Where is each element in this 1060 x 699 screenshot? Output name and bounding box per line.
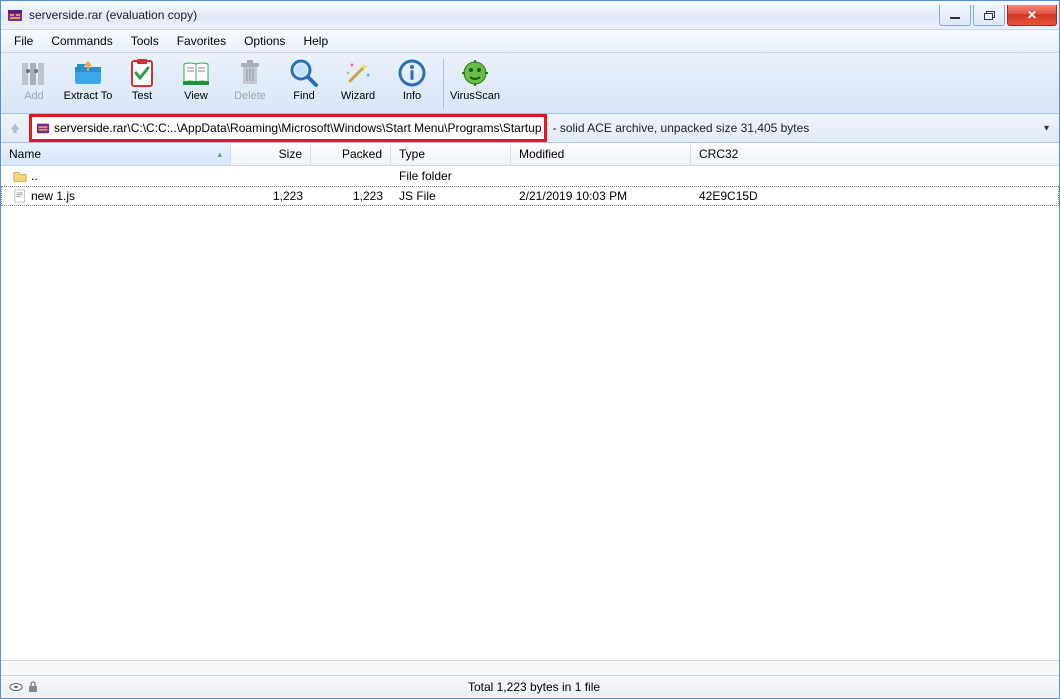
test-button[interactable]: Test (115, 55, 169, 113)
address-dropdown[interactable]: ▾ (1040, 123, 1053, 134)
virus-scan-icon (459, 57, 491, 89)
info-icon (396, 57, 428, 89)
maximize-button[interactable] (973, 5, 1005, 26)
toolbar-separator (443, 59, 444, 109)
virus-scan-button[interactable]: VirusScan (448, 55, 502, 113)
file-list[interactable]: .. File folder new 1.js 1,223 1,223 JS F… (1, 166, 1059, 661)
address-highlight-box: serverside.rar\C:\C:C:..\AppData\Roaming… (29, 114, 547, 142)
list-item[interactable]: new 1.js 1,223 1,223 JS File 2/21/2019 1… (1, 186, 1059, 206)
menubar: File Commands Tools Favorites Options He… (1, 30, 1059, 53)
winrar-app-icon (7, 7, 23, 23)
extract-folder-icon (72, 57, 104, 89)
menu-file[interactable]: File (5, 30, 42, 52)
add-label: Add (24, 90, 44, 102)
menu-tools[interactable]: Tools (122, 30, 168, 52)
column-header-packed[interactable]: Packed (311, 143, 391, 165)
list-item[interactable]: .. File folder (1, 166, 1059, 186)
menu-options[interactable]: Options (235, 30, 294, 52)
menu-help[interactable]: Help (294, 30, 337, 52)
column-header-modified[interactable]: Modified (511, 143, 691, 165)
file-modified: 2/21/2019 10:03 PM (511, 189, 691, 203)
sort-indicator-icon: ▴ (217, 149, 222, 160)
js-file-icon (13, 189, 27, 203)
window-controls: ✕ (937, 5, 1057, 25)
status-text: Total 1,223 bytes in 1 file (57, 680, 1011, 694)
find-button[interactable]: Find (277, 55, 331, 113)
view-book-icon (180, 57, 212, 89)
window-title: serverside.rar (evaluation copy) (29, 8, 937, 22)
virus-scan-label: VirusScan (450, 90, 500, 102)
address-row: serverside.rar\C:\C:C:..\AppData\Roaming… (1, 114, 1059, 143)
file-crc: 42E9C15D (691, 189, 1059, 203)
extract-to-button[interactable]: Extract To (61, 55, 115, 113)
wizard-button[interactable]: Wizard (331, 55, 385, 113)
menu-commands[interactable]: Commands (42, 30, 121, 52)
rar-archive-icon (36, 121, 50, 135)
lock-status-icon (27, 681, 39, 693)
view-label: View (184, 90, 208, 102)
view-button[interactable]: View (169, 55, 223, 113)
titlebar: serverside.rar (evaluation copy) ✕ (1, 1, 1059, 30)
wand-wizard-icon (342, 57, 374, 89)
add-button[interactable]: Add (7, 55, 61, 113)
column-header-name-label: Name (9, 147, 41, 161)
file-name: .. (31, 169, 38, 183)
lower-panel (1, 661, 1059, 676)
address-path[interactable]: serverside.rar\C:\C:C:..\AppData\Roaming… (54, 121, 542, 135)
archive-info-text: - solid ACE archive, unpacked size 31,40… (553, 121, 810, 135)
up-one-level-button[interactable] (7, 120, 23, 136)
column-headers: Name ▴ Size Packed Type Modified CRC32 (1, 143, 1059, 166)
minimize-button[interactable] (939, 5, 971, 26)
file-type: JS File (391, 189, 511, 203)
test-label: Test (132, 90, 152, 102)
trash-delete-icon (234, 57, 266, 89)
column-header-crc[interactable]: CRC32 (691, 143, 1059, 165)
column-header-type[interactable]: Type (391, 143, 511, 165)
close-button[interactable]: ✕ (1007, 5, 1057, 26)
wizard-label: Wizard (341, 90, 375, 102)
toolbar: Add Extract To Test (1, 53, 1059, 114)
winrar-window: serverside.rar (evaluation copy) ✕ File … (0, 0, 1060, 699)
column-header-name[interactable]: Name ▴ (1, 143, 231, 165)
magnifier-find-icon (288, 57, 320, 89)
file-packed: 1,223 (311, 189, 391, 203)
disk-status-icon (9, 682, 23, 692)
info-button[interactable]: Info (385, 55, 439, 113)
menu-favorites[interactable]: Favorites (168, 30, 235, 52)
file-name: new 1.js (31, 189, 75, 203)
extract-to-label: Extract To (64, 90, 113, 102)
delete-button[interactable]: Delete (223, 55, 277, 113)
books-add-icon (18, 57, 50, 89)
folder-up-icon (13, 169, 27, 183)
find-label: Find (293, 90, 314, 102)
test-clipboard-icon (126, 57, 158, 89)
delete-label: Delete (234, 90, 266, 102)
column-header-size[interactable]: Size (231, 143, 311, 165)
file-type: File folder (391, 169, 511, 183)
info-label: Info (403, 90, 421, 102)
statusbar: Total 1,223 bytes in 1 file (1, 676, 1059, 698)
file-size: 1,223 (231, 189, 311, 203)
